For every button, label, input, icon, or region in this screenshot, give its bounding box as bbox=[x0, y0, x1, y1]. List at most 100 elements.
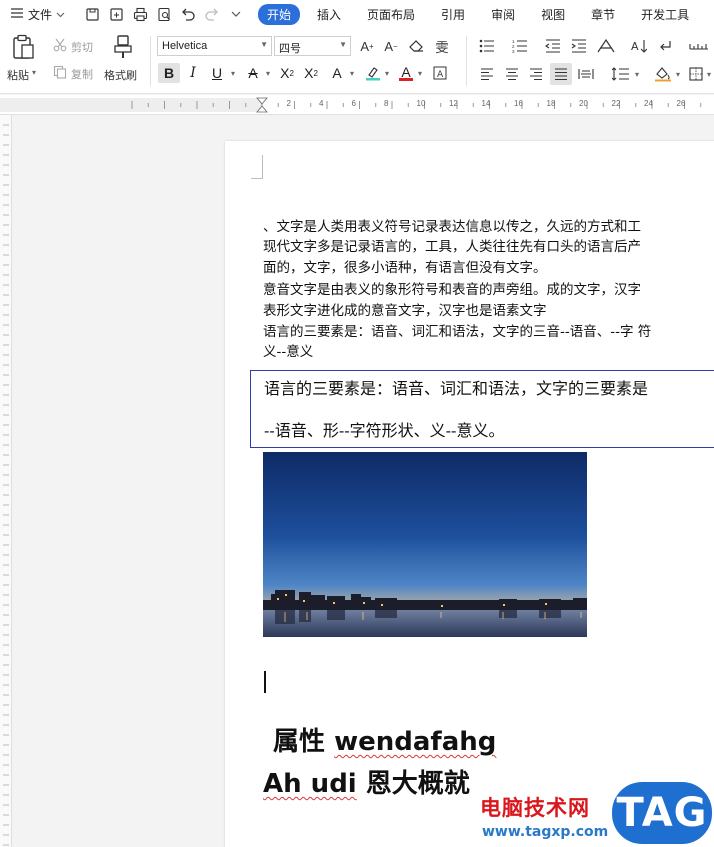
export-pdf-icon[interactable] bbox=[108, 6, 124, 22]
highlight-icon[interactable] bbox=[364, 63, 382, 83]
tab-stop-icon[interactable] bbox=[688, 36, 710, 56]
heading-1-cn[interactable]: 属性 bbox=[273, 727, 325, 757]
ruler-tick-label: 2 bbox=[286, 99, 291, 108]
ruler-tick-label: 16 bbox=[514, 99, 523, 108]
watermark-tag-logo: TAG bbox=[612, 782, 712, 844]
align-left-icon[interactable] bbox=[478, 64, 496, 84]
chevron-down-icon[interactable]: ▾ bbox=[673, 64, 683, 84]
redo-icon[interactable] bbox=[204, 6, 220, 22]
text-effect-icon[interactable]: A bbox=[328, 63, 346, 83]
file-menu-button[interactable]: 文件 bbox=[0, 6, 78, 23]
chevron-down-icon[interactable]: ▾ bbox=[632, 64, 642, 84]
strikethrough-icon[interactable]: A bbox=[244, 63, 262, 83]
numbered-list-icon[interactable]: 123 bbox=[511, 36, 529, 56]
tab-insert[interactable]: 插入 bbox=[308, 4, 350, 25]
borders-icon[interactable] bbox=[686, 64, 706, 84]
font-color-icon[interactable]: A bbox=[397, 63, 415, 83]
print-icon[interactable] bbox=[132, 6, 148, 22]
ruler-tick-label: 6 bbox=[351, 99, 356, 108]
save-icon[interactable] bbox=[84, 6, 100, 22]
bold-button[interactable]: B bbox=[158, 63, 180, 83]
body-paragraph[interactable]: 语言的三要素是：语音、词汇和语法，文字的三音--语音、--字 符 bbox=[263, 322, 651, 342]
body-paragraph[interactable]: 、文字是人类用表义符号记录表达信息以传之，久远的方式和工 bbox=[263, 217, 641, 237]
underline-button[interactable]: U bbox=[208, 63, 226, 83]
body-paragraph[interactable]: 现代文字多是记录语言的，工具，人类往往先有口头的语言后产 bbox=[263, 237, 641, 257]
font-name-select[interactable]: Helvetica ▼ bbox=[157, 36, 272, 56]
ruler-tick-label: 26 bbox=[676, 99, 686, 108]
sort-icon[interactable]: A bbox=[630, 36, 648, 56]
copy-button[interactable]: 复制 bbox=[71, 66, 93, 82]
increase-font-icon[interactable]: A + bbox=[358, 36, 376, 56]
svg-text:A: A bbox=[437, 70, 444, 80]
ruler-tick-label: 12 bbox=[449, 99, 458, 108]
cut-button[interactable]: 剪切 bbox=[71, 39, 93, 55]
chevron-down-icon: ▼ bbox=[260, 40, 268, 49]
body-paragraph[interactable]: 意音文字是由表义的象形符号和表音的声旁组。成的文字，汉字 bbox=[263, 280, 641, 300]
text-box-line[interactable]: --语音、形--字符形状、义--意义。 bbox=[264, 417, 504, 441]
chevron-down-icon[interactable]: ▾ bbox=[704, 64, 714, 84]
heading-2-cn[interactable]: 恩大概就 bbox=[366, 769, 470, 799]
file-menu-label: 文件 bbox=[28, 7, 53, 22]
font-name-value: Helvetica bbox=[162, 40, 208, 52]
char-border-icon[interactable]: A bbox=[431, 63, 449, 83]
align-right-icon[interactable] bbox=[527, 64, 545, 84]
chinese-layout-icon[interactable] bbox=[596, 36, 616, 56]
body-paragraph[interactable]: 义--意义 bbox=[263, 342, 313, 362]
body-paragraph[interactable]: 面的，文字，很多小语种，有语言但没有文字。 bbox=[263, 258, 547, 278]
print-preview-icon[interactable] bbox=[156, 6, 172, 22]
heading-line-2[interactable]: Ah udi 恩大概就 bbox=[263, 763, 470, 800]
ruler-tick-label: 22 bbox=[611, 99, 621, 108]
show-marks-icon[interactable] bbox=[655, 36, 675, 56]
clear-format-icon[interactable] bbox=[407, 36, 425, 56]
document-canvas[interactable]: 、文字是人类用表义符号记录表达信息以传之，久远的方式和工 现代文字多是记录语言的… bbox=[12, 115, 714, 847]
tab-view[interactable]: 视图 bbox=[532, 4, 574, 25]
tab-page-layout[interactable]: 页面布局 bbox=[358, 4, 424, 25]
text-box[interactable]: 语言的三要素是：语音、词汇和语法，文字的三要素是 --语音、形--字符形状、义-… bbox=[250, 370, 714, 448]
city-night-photo[interactable] bbox=[263, 452, 587, 637]
chevron-down-icon[interactable]: ▾ bbox=[263, 63, 273, 83]
ruler-tick-label: 24 bbox=[644, 99, 653, 108]
tab-developer[interactable]: 开发工具 bbox=[632, 4, 698, 25]
chevron-down-icon[interactable]: ▾ bbox=[415, 63, 425, 83]
chevron-down-icon[interactable]: ▾ bbox=[347, 63, 357, 83]
format-painter-button[interactable] bbox=[112, 34, 134, 62]
format-painter-label: 格式刷 bbox=[104, 70, 137, 82]
decrease-indent-icon[interactable] bbox=[544, 36, 562, 56]
vertical-ruler[interactable] bbox=[0, 115, 12, 847]
paste-button[interactable] bbox=[10, 34, 36, 62]
justify-icon[interactable] bbox=[550, 63, 572, 85]
superscript-icon[interactable]: X2 bbox=[278, 63, 296, 83]
tab-references[interactable]: 引用 bbox=[432, 4, 474, 25]
chevron-down-icon[interactable]: ▾ bbox=[382, 63, 392, 83]
ruler-tick-label: 8 bbox=[384, 99, 389, 108]
ruler-tick-label: 14 bbox=[481, 99, 491, 108]
align-center-icon[interactable] bbox=[503, 64, 521, 84]
paste-dropdown-icon[interactable]: ▾ bbox=[32, 68, 36, 77]
bullet-list-icon[interactable] bbox=[478, 36, 496, 56]
font-size-select[interactable]: 四号 ▼ bbox=[274, 36, 351, 56]
heading-2-en[interactable]: Ah udi bbox=[263, 769, 357, 799]
increase-indent-icon[interactable] bbox=[570, 36, 588, 56]
customize-toolbar-icon[interactable] bbox=[228, 6, 244, 22]
tab-chapter[interactable]: 章节 bbox=[582, 4, 624, 25]
chevron-down-icon[interactable]: ▾ bbox=[228, 63, 238, 83]
subscript-icon[interactable]: X2 bbox=[302, 63, 320, 83]
horizontal-ruler[interactable]: 2 4 6 8 10 12 14 16 18 20 22 24 26 bbox=[0, 95, 714, 115]
heading-1-en[interactable]: wendafahg bbox=[334, 727, 496, 757]
tab-review[interactable]: 审阅 bbox=[482, 4, 524, 25]
decrease-font-icon[interactable]: A − bbox=[382, 36, 400, 56]
undo-icon[interactable] bbox=[180, 6, 196, 22]
copy-icon bbox=[52, 65, 68, 79]
heading-line-1[interactable]: 属性 wendafahg bbox=[273, 721, 496, 758]
tab-home[interactable]: 开始 bbox=[258, 3, 301, 25]
distributed-align-icon[interactable] bbox=[577, 64, 595, 84]
italic-button[interactable]: I bbox=[184, 63, 202, 83]
line-spacing-icon[interactable] bbox=[610, 64, 632, 84]
shading-icon[interactable] bbox=[653, 64, 673, 84]
phonetic-guide-icon[interactable]: 雯 bbox=[431, 36, 453, 56]
body-paragraph[interactable]: 表形文字进化成的意音文字，汉字也是语素文字 bbox=[263, 301, 547, 321]
watermark-url: www.tagxp.com bbox=[482, 824, 609, 840]
document-page[interactable]: 、文字是人类用表义符号记录表达信息以传之，久远的方式和工 现代文字多是记录语言的… bbox=[225, 141, 714, 847]
text-box-line[interactable]: 语言的三要素是：语音、词汇和语法，文字的三要素是 bbox=[264, 375, 648, 399]
svg-text:3: 3 bbox=[512, 49, 515, 53]
